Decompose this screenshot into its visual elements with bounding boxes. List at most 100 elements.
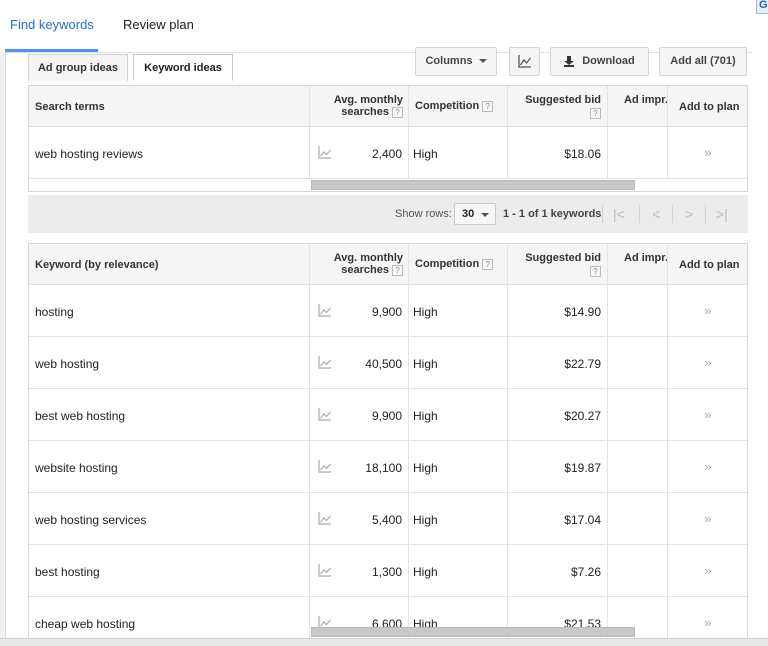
help-icon[interactable]: ? [482,100,494,112]
keyword-text: website hosting [35,461,118,475]
table-row: hosting 9,900 High $14.90 » [29,285,747,337]
avg-monthly-searches-value: 9,900 [371,305,402,319]
table-header: Keyword (by relevance) Avg. monthly sear… [29,244,747,285]
download-icon [564,55,575,67]
help-icon[interactable]: ? [590,107,601,119]
avg-monthly-line2: searches [341,106,389,118]
trend-chart-icon[interactable] [318,146,332,159]
table-row: web hosting services 5,400 High $17.04 » [29,493,747,545]
divider [705,205,706,223]
avg-monthly-searches-value: 5,400 [371,513,402,527]
subtab-ad-group-ideas[interactable]: Ad group ideas [28,54,128,81]
table-row: website hosting 18,100 High $19.87 » [29,441,747,493]
keyword-text: web hosting services [35,513,147,527]
add-to-plan-button[interactable]: » [669,459,747,474]
horizontal-scrollbar[interactable] [311,627,635,637]
corner-help-badge[interactable]: G [756,0,768,14]
suggested-bid-value: $22.79 [564,357,601,371]
help-icon[interactable]: ? [392,264,403,276]
trend-chart-icon[interactable] [318,564,332,577]
search-terms-table: Search terms Avg. monthly searches? Comp… [28,85,748,192]
show-rows-label: Show rows: [395,208,452,220]
pagination-bar: Show rows: 30 1 - 1 of 1 keywords |< < >… [28,195,748,233]
competition-label: Competition [415,100,480,112]
competition-header[interactable]: Competition? [415,100,494,112]
help-icon[interactable]: ? [392,106,403,118]
table-row: web hosting reviews 2,400 High $18.06 » [29,127,747,179]
table-row: best web hosting 9,900 High $20.27 » [29,389,747,441]
help-icon: G [759,0,768,11]
rows-per-page-select[interactable]: 30 [454,203,496,225]
competition-value: High [413,147,438,161]
suggested-bid-value: $17.04 [564,513,601,527]
ad-impr-header[interactable]: Ad impr. [624,252,668,264]
keyword-text: best hosting [35,565,100,579]
chevron-down-icon [478,59,487,64]
trend-chart-icon[interactable] [318,512,332,525]
help-icon[interactable]: ? [482,258,494,270]
competition-label: Competition [415,258,480,270]
table-row: web hosting 40,500 High $22.79 » [29,337,747,389]
add-to-plan-button[interactable]: » [669,303,747,318]
suggested-bid-value: $18.06 [564,147,601,161]
first-page-button[interactable]: |< [613,206,625,222]
avg-monthly-searches-header[interactable]: Avg. monthly searches? [329,94,403,118]
suggested-bid-label: Suggested bid [525,94,601,106]
add-to-plan-button[interactable]: » [669,511,747,526]
download-label: Download [582,55,635,67]
table-header: Search terms Avg. monthly searches? Comp… [29,86,747,127]
add-to-plan-header: Add to plan [679,259,740,271]
keyword-text: cheap web hosting [35,617,136,631]
add-to-plan-button[interactable]: » [669,615,747,630]
avg-monthly-searches-header[interactable]: Avg. monthly searches? [329,252,403,276]
ad-impr-header[interactable]: Ad impr. [624,94,668,106]
divider [639,205,640,223]
competition-value: High [413,409,438,423]
add-to-plan-button[interactable]: » [669,407,747,422]
add-to-plan-button[interactable]: » [669,145,747,160]
trend-chart-icon[interactable] [318,356,332,369]
next-page-button[interactable]: > [685,206,693,222]
avg-monthly-line1: Avg. monthly [333,94,403,106]
horizontal-scrollbar[interactable] [311,180,635,190]
keyword-relevance-header[interactable]: Keyword (by relevance) [35,259,159,271]
suggested-bid-header[interactable]: Suggested bid? [509,252,601,278]
chevron-down-icon [481,213,489,217]
help-icon[interactable]: ? [590,265,601,277]
columns-button[interactable]: Columns [415,47,497,76]
suggested-bid-value: $19.87 [564,461,601,475]
avg-monthly-searches-value: 2,400 [371,147,402,161]
add-all-button[interactable]: Add all (701) [659,47,747,76]
avg-monthly-searches-value: 40,500 [365,357,402,371]
competition-value: High [413,461,438,475]
trend-chart-icon[interactable] [318,408,332,421]
suggested-bid-value: $7.26 [570,565,601,579]
download-button[interactable]: Download [550,47,649,76]
previous-page-button[interactable]: < [652,206,660,222]
last-page-button[interactable]: >| [716,206,728,222]
tab-review-plan[interactable]: Review plan [123,17,194,32]
add-to-plan-button[interactable]: » [669,563,747,578]
left-frame [0,52,6,646]
search-terms-header: Search terms [35,101,105,113]
right-frame [752,52,768,646]
suggested-bid-header[interactable]: Suggested bid? [509,94,601,120]
add-to-plan-button[interactable]: » [669,355,747,370]
trend-chart-icon[interactable] [318,304,332,317]
subtab-keyword-ideas[interactable]: Keyword ideas [133,54,233,81]
chart-toggle-button[interactable] [509,47,540,76]
trend-chart-icon[interactable] [318,460,332,473]
competition-header[interactable]: Competition? [415,258,494,270]
avg-monthly-searches-value: 9,900 [371,409,402,423]
columns-label: Columns [425,55,473,67]
avg-monthly-line2: searches [341,264,389,276]
avg-monthly-line1: Avg. monthly [333,252,403,264]
competition-value: High [413,513,438,527]
competition-value: High [413,357,438,371]
keyword-text: hosting [35,305,74,319]
top-navigation: Find keywords Review plan [0,0,768,52]
table-row: best hosting 1,300 High $7.26 » [29,545,747,597]
avg-monthly-searches-value: 1,300 [371,565,402,579]
tab-find-keywords[interactable]: Find keywords [10,17,94,32]
add-all-label: Add all (701) [670,55,736,67]
